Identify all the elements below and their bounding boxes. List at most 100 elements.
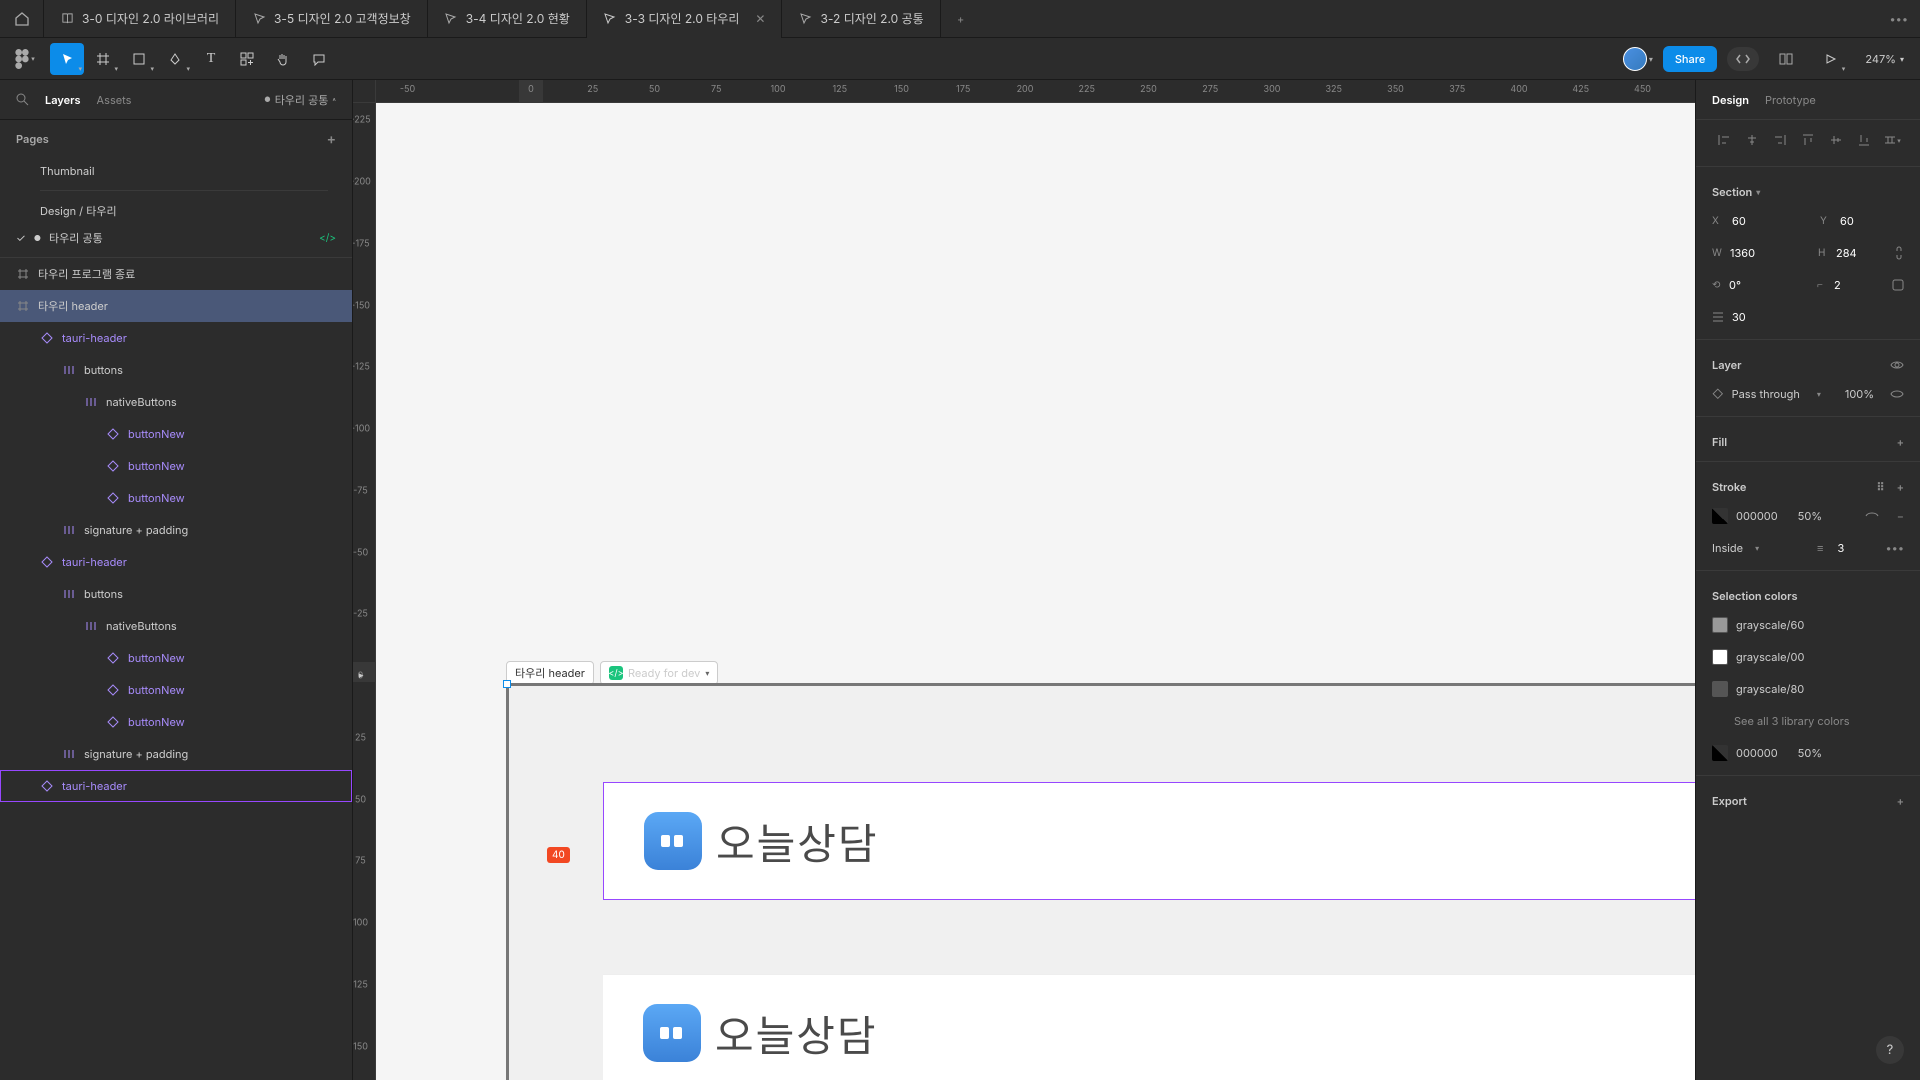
- move-tool[interactable]: ▾: [50, 43, 84, 75]
- add-page-button[interactable]: +: [327, 131, 336, 148]
- align-vcenter-icon[interactable]: [1824, 128, 1848, 152]
- h-input[interactable]: [1836, 246, 1886, 260]
- rotation-input[interactable]: [1729, 278, 1779, 292]
- distribute-icon[interactable]: ▾: [1880, 128, 1904, 152]
- selection-label[interactable]: 타우리 header: [506, 661, 594, 685]
- hand-tool[interactable]: [266, 43, 300, 75]
- prototype-tab[interactable]: Prototype: [1765, 93, 1816, 107]
- tabs-more-icon[interactable]: •••: [1877, 12, 1920, 26]
- layer-row[interactable]: buttonNew: [0, 418, 352, 450]
- layer-row[interactable]: nativeButtons: [0, 610, 352, 642]
- blend-mode[interactable]: Pass through: [1732, 387, 1809, 401]
- remove-stroke-button[interactable]: −: [1897, 509, 1904, 523]
- layer-row[interactable]: buttonNew: [0, 706, 352, 738]
- home-button[interactable]: [0, 0, 44, 38]
- gap-input[interactable]: [1732, 310, 1782, 324]
- canvas-area[interactable]: -500501001502002503003504004502575125175…: [353, 80, 1695, 1080]
- color-swatch[interactable]: [1712, 745, 1728, 761]
- radius-input[interactable]: [1834, 278, 1884, 292]
- new-tab-button[interactable]: +: [941, 12, 981, 26]
- layer-row[interactable]: tauri-header: [0, 770, 352, 802]
- stroke-swatch[interactable]: [1712, 508, 1728, 524]
- style-icon[interactable]: ⠿: [1877, 480, 1885, 494]
- page-item[interactable]: Thumbnail: [0, 158, 352, 184]
- selection-color-row[interactable]: grayscale/60: [1696, 609, 1920, 641]
- resources-tool[interactable]: [230, 43, 264, 75]
- tab-4[interactable]: 3-2 디자인 2.0 공통: [782, 0, 940, 38]
- tauri-header-2[interactable]: 오늘상담: [603, 974, 1695, 1080]
- present-button[interactable]: ▾: [1813, 43, 1847, 75]
- layer-row[interactable]: buttonNew: [0, 482, 352, 514]
- align-top-icon[interactable]: [1796, 128, 1820, 152]
- selection-color-row[interactable]: grayscale/80: [1696, 673, 1920, 705]
- layer-row[interactable]: buttonNew: [0, 674, 352, 706]
- tab-0[interactable]: 3-0 디자인 2.0 라이브러리: [44, 0, 236, 38]
- frame-tool[interactable]: ▾: [86, 43, 120, 75]
- comment-tool[interactable]: [302, 43, 336, 75]
- visibility-icon[interactable]: [1890, 360, 1904, 370]
- layer-row[interactable]: tauri-header: [0, 546, 352, 578]
- pen-tool[interactable]: ▾: [158, 43, 192, 75]
- eye-icon[interactable]: [1865, 511, 1879, 521]
- text-tool[interactable]: T: [194, 43, 228, 75]
- layer-row[interactable]: buttons: [0, 578, 352, 610]
- assets-tab[interactable]: Assets: [97, 93, 132, 107]
- library-button[interactable]: [1769, 43, 1803, 75]
- close-icon[interactable]: ✕: [755, 11, 765, 26]
- devmode-toggle[interactable]: [1727, 47, 1759, 71]
- stroke-hex[interactable]: 000000: [1736, 509, 1778, 523]
- section-header[interactable]: Section▾: [1696, 173, 1920, 205]
- stroke-opacity[interactable]: 50%: [1798, 509, 1822, 523]
- layer-row[interactable]: buttons: [0, 354, 352, 386]
- color-hex[interactable]: 000000: [1736, 746, 1778, 760]
- layer-row[interactable]: buttonNew: [0, 450, 352, 482]
- align-left-icon[interactable]: [1712, 128, 1736, 152]
- constrain-icon[interactable]: [1894, 246, 1904, 260]
- align-bottom-icon[interactable]: [1852, 128, 1876, 152]
- help-button[interactable]: ?: [1876, 1036, 1904, 1064]
- share-button[interactable]: Share: [1663, 46, 1717, 72]
- page-item-current[interactable]: ✓ ● 타우리 공통 </>: [0, 225, 352, 251]
- search-icon[interactable]: [16, 93, 29, 106]
- opacity-input[interactable]: 100%: [1845, 387, 1874, 401]
- layer-row[interactable]: tauri-header: [0, 322, 352, 354]
- color-opacity[interactable]: 50%: [1798, 746, 1822, 760]
- selection-color-row[interactable]: grayscale/00: [1696, 641, 1920, 673]
- radius-detail-icon[interactable]: [1892, 279, 1904, 291]
- zoom-control[interactable]: 247%▾: [1857, 52, 1912, 66]
- layer-row[interactable]: 타우리 프로그램 종료: [0, 258, 352, 290]
- add-fill-button[interactable]: +: [1897, 435, 1904, 449]
- add-export-button[interactable]: +: [1897, 794, 1904, 808]
- profile-menu[interactable]: ▾: [1623, 47, 1653, 71]
- align-hcenter-icon[interactable]: [1740, 128, 1764, 152]
- shape-tool[interactable]: ▾: [122, 43, 156, 75]
- eye-icon[interactable]: [1890, 389, 1904, 399]
- align-right-icon[interactable]: [1768, 128, 1792, 152]
- page-item[interactable]: Design / 타우리: [0, 197, 352, 225]
- layer-row[interactable]: 타우리 header: [0, 290, 352, 322]
- tauri-header-1[interactable]: 오늘상담: [603, 782, 1695, 900]
- add-stroke-button[interactable]: +: [1897, 480, 1904, 494]
- layer-row[interactable]: nativeButtons: [0, 386, 352, 418]
- stroke-pos[interactable]: Inside: [1712, 541, 1743, 555]
- layer-row[interactable]: signature + padding: [0, 514, 352, 546]
- canvas[interactable]: 타우리 header </>Ready for dev ▾ 40 196 오늘상…: [376, 103, 1695, 1080]
- w-input[interactable]: [1730, 246, 1780, 260]
- figma-menu-button[interactable]: ▾: [8, 43, 42, 75]
- layer-row[interactable]: buttonNew: [0, 642, 352, 674]
- stroke-more-icon[interactable]: •••: [1885, 541, 1904, 555]
- section-frame[interactable]: 40 196 오늘상담 40 오늘상담: [506, 683, 1695, 1080]
- ready-for-dev-badge[interactable]: </>Ready for dev ▾: [600, 661, 718, 685]
- selection-handle[interactable]: [503, 680, 511, 688]
- y-input[interactable]: [1840, 214, 1890, 228]
- tab-1[interactable]: 3-5 디자인 2.0 고객정보창: [236, 0, 428, 38]
- tab-3-active[interactable]: 3-3 디자인 2.0 타우리 ✕: [587, 0, 783, 38]
- see-all-library-colors[interactable]: See all 3 library colors: [1696, 705, 1920, 737]
- layers-tab[interactable]: Layers: [45, 93, 81, 107]
- page-selector[interactable]: ● 타우리 공통 ˄: [264, 92, 336, 108]
- stroke-weight-input[interactable]: [1837, 541, 1867, 555]
- tab-2[interactable]: 3-4 디자인 2.0 현황: [428, 0, 587, 38]
- design-tab[interactable]: Design: [1712, 93, 1749, 107]
- layer-row[interactable]: signature + padding: [0, 738, 352, 770]
- x-input[interactable]: [1732, 214, 1782, 228]
